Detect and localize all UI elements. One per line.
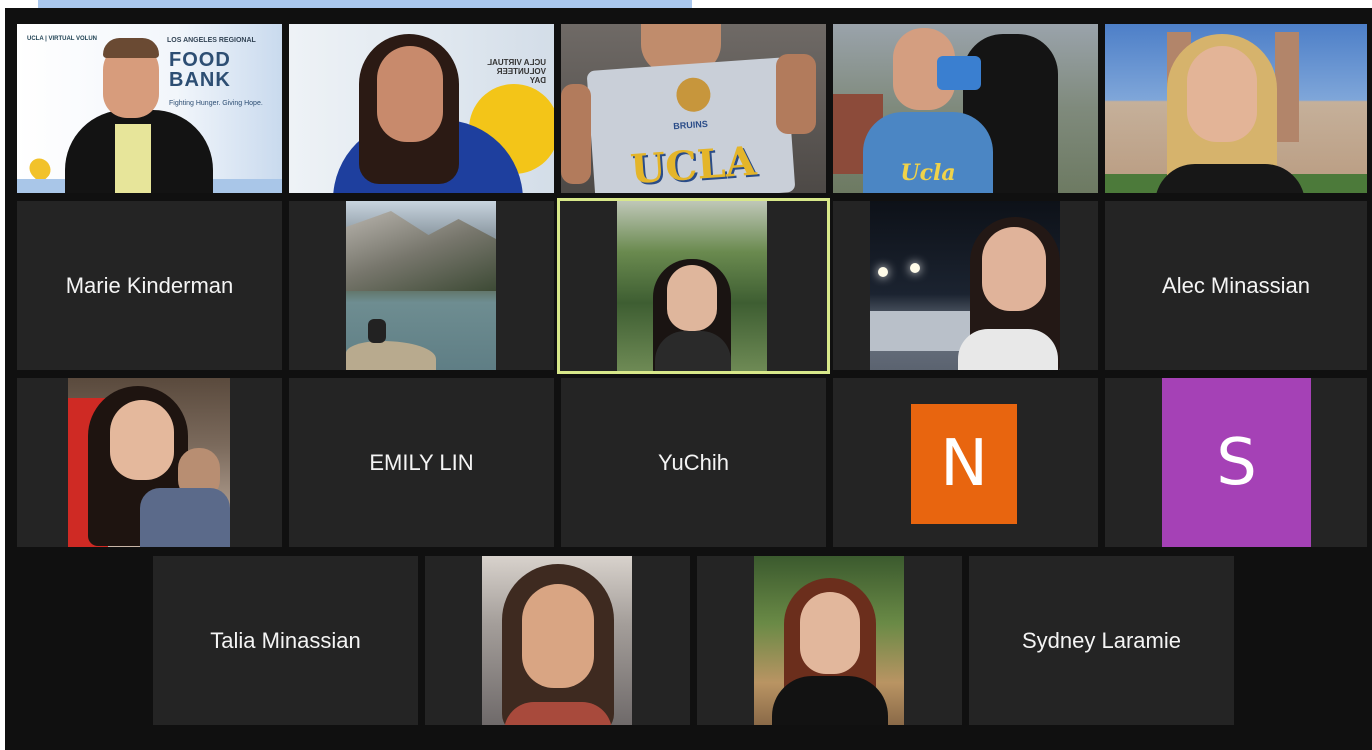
participant-tile-9[interactable] <box>833 201 1098 370</box>
person-head <box>1187 46 1257 142</box>
video-feed <box>68 378 230 547</box>
participant-avatar: N <box>911 404 1017 524</box>
person-body <box>772 676 888 725</box>
tower-right <box>1275 32 1299 142</box>
banner-corner-text: UCLA | VIRTUAL VOLUN <box>27 36 98 42</box>
participant-tile-7[interactable] <box>289 201 554 370</box>
stadium-light <box>878 267 888 277</box>
banner-brand-text: FOOD BANK <box>169 49 231 91</box>
mirrored-banner-text: UCLA VIRTUAL VOLUNTEER DAY <box>487 58 546 85</box>
shirt-subtext: BRUINS <box>672 118 709 132</box>
video-feed <box>617 201 767 371</box>
participant-name: Sydney Laramie <box>1022 627 1181 653</box>
person-hair <box>103 38 159 58</box>
gallery-view: UCLA | VIRTUAL VOLUN LOS ANGELES REGIONA… <box>5 8 1372 750</box>
shirt-text: Ucla <box>900 160 956 186</box>
shirt <box>115 124 151 193</box>
second-person-body <box>140 488 230 547</box>
banner-top-text: LOS ANGELES REGIONAL <box>167 37 256 44</box>
person-head <box>377 46 443 142</box>
person-head <box>522 584 594 688</box>
participant-tile-1[interactable]: UCLA | VIRTUAL VOLUN LOS ANGELES REGIONA… <box>17 24 282 193</box>
person-body <box>958 329 1058 370</box>
participant-tile-13[interactable]: YuChih <box>561 378 826 547</box>
video-feed <box>754 556 904 725</box>
person-body: Ucla <box>863 112 993 193</box>
participant-tile-5[interactable] <box>1105 24 1367 193</box>
shore-rocks <box>346 341 436 370</box>
participant-name: YuChih <box>658 449 729 475</box>
mascot-icon <box>675 76 712 113</box>
mountains <box>346 211 496 291</box>
participant-tile-19[interactable]: Sydney Laramie <box>969 556 1234 725</box>
participant-avatar: S <box>1162 378 1311 547</box>
person-head <box>110 400 174 480</box>
participant-tile-16[interactable]: Talia Minassian <box>153 556 418 725</box>
participant-tile-10[interactable]: Alec Minassian <box>1105 201 1367 370</box>
video-feed <box>482 556 632 725</box>
participant-tile-14[interactable]: N <box>833 378 1098 547</box>
person-body <box>655 331 731 371</box>
participant-tile-12[interactable]: EMILY LIN <box>289 378 554 547</box>
right-hand <box>776 54 816 134</box>
video-feed: UCLA | VIRTUAL VOLUN LOS ANGELES REGIONA… <box>17 24 282 193</box>
participant-tile-6[interactable]: Marie Kinderman <box>17 201 282 370</box>
participant-name: EMILY LIN <box>369 449 474 475</box>
person-head <box>667 265 717 331</box>
banner-tag-text: Fighting Hunger. Giving Hope. <box>169 100 263 107</box>
participant-tile-2[interactable]: UCLA VIRTUAL VOLUNTEER DAY <box>289 24 554 193</box>
person-body <box>1155 164 1305 193</box>
person-sitting <box>368 319 386 343</box>
ucla-shirt: UCLA BRUINS <box>586 57 796 193</box>
video-feed: UCLA VIRTUAL VOLUNTEER DAY <box>289 24 554 193</box>
participant-name: Alec Minassian <box>1162 272 1310 298</box>
stadium-light <box>910 263 920 273</box>
face-mask <box>937 56 981 90</box>
participant-tile-8-active-speaker[interactable] <box>557 198 830 374</box>
shirt-text: UCLA <box>628 137 758 193</box>
person-head <box>800 592 860 674</box>
participant-tile-18[interactable] <box>697 556 962 725</box>
participant-tile-15[interactable]: S <box>1105 378 1367 547</box>
video-feed: UCLA BRUINS <box>561 24 826 193</box>
participant-name: Marie Kinderman <box>65 272 234 298</box>
video-feed <box>870 201 1060 370</box>
person-head <box>982 227 1046 311</box>
person-body <box>504 702 612 725</box>
participant-tile-17[interactable] <box>425 556 690 725</box>
participant-tile-11[interactable] <box>17 378 282 547</box>
participant-name: Talia Minassian <box>210 627 361 653</box>
left-hand <box>561 84 591 184</box>
top-accent-bar <box>38 0 692 8</box>
video-feed <box>346 201 496 370</box>
video-feed: Ucla <box>833 24 1098 193</box>
participant-tile-3[interactable]: UCLA BRUINS <box>561 24 826 193</box>
participant-tile-4[interactable]: Ucla <box>833 24 1098 193</box>
video-feed <box>1105 24 1367 193</box>
